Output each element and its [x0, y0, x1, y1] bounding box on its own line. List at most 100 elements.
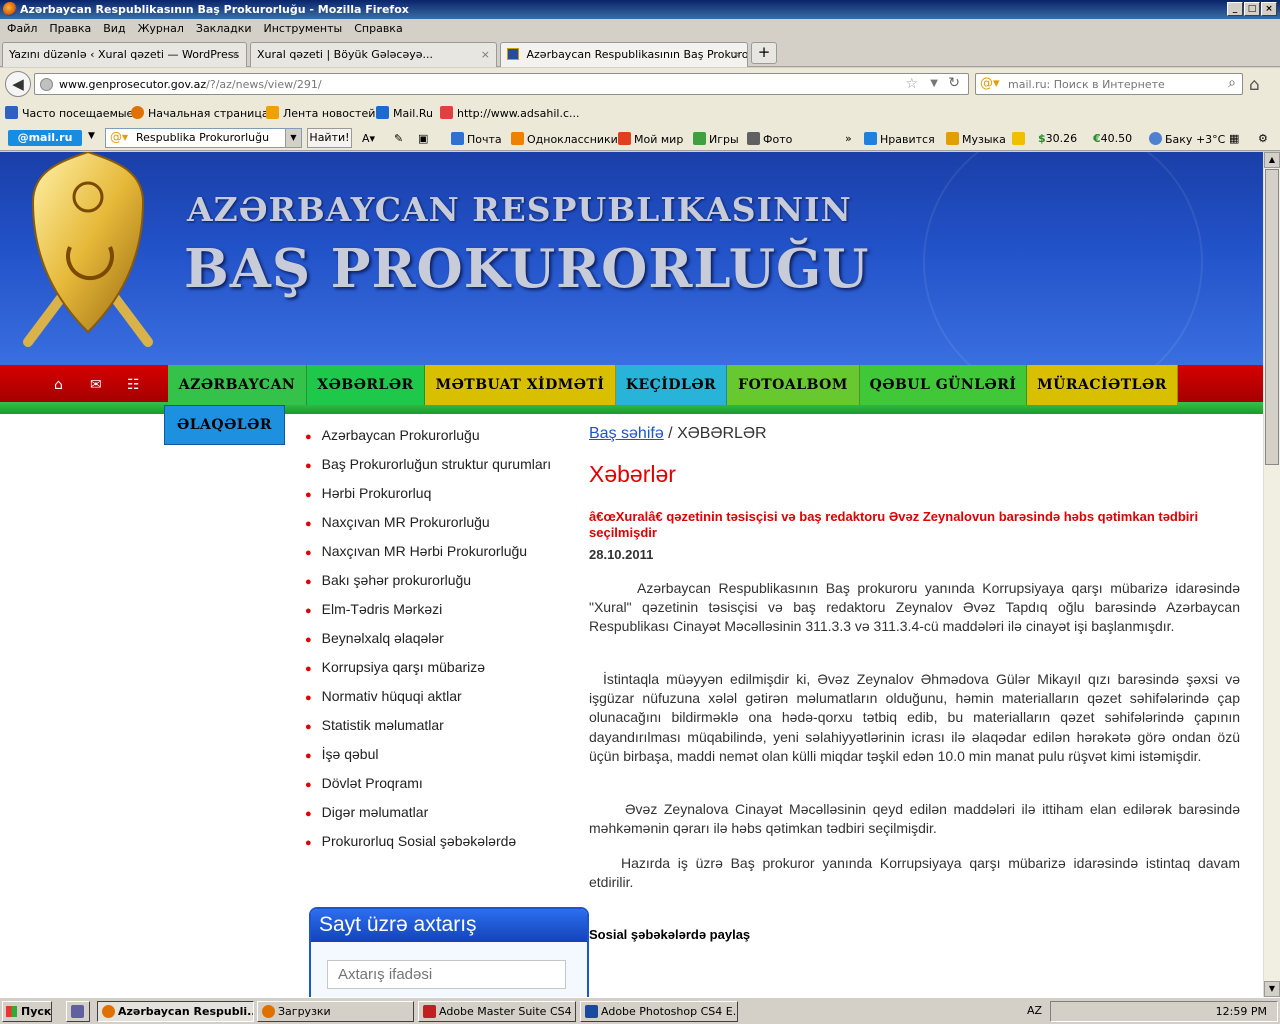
bookmark-start-page[interactable]: Начальная страница [131, 106, 269, 120]
menu-bookmarks[interactable]: Закладки [189, 19, 257, 35]
mailru-search[interactable]: @▾ ▼ [105, 128, 302, 148]
nav-fotoalbom[interactable]: FOTOALBOM [727, 365, 860, 405]
new-tab-button[interactable]: + [751, 42, 777, 64]
bullet-icon: ● [305, 489, 312, 501]
scroll-thumb[interactable] [1265, 169, 1279, 465]
mailru-like[interactable]: Нравится [864, 132, 935, 146]
menu-help[interactable]: Справка [347, 19, 407, 35]
scroll-down-icon[interactable]: ▼ [1264, 981, 1280, 997]
bullet-icon: ● [305, 721, 312, 733]
sidebar-item[interactable]: ● İşə qəbul [305, 746, 575, 775]
maximize-button[interactable]: □ [1244, 2, 1260, 16]
mailru-music[interactable]: Музыка [946, 132, 1006, 146]
bullet-icon: ● [305, 692, 312, 704]
sidebar-item[interactable]: ● Digər məlumatlar [305, 804, 575, 833]
bookmark-mailru[interactable]: Mail.Ru [376, 106, 433, 120]
mailru-games[interactable]: Игры [693, 132, 739, 146]
font-size-icon[interactable]: A▾ [362, 132, 375, 145]
sidebar-item[interactable]: ● Hərbi Prokurorluq [305, 485, 575, 514]
mailru-photo[interactable]: Фото [747, 132, 792, 146]
sidebar-item[interactable]: ● Naxçıvan MR Hərbi Prokurorluğu [305, 543, 575, 572]
menu-tools[interactable]: Инструменты [257, 19, 348, 35]
reload-icon[interactable]: ↻ [948, 75, 960, 91]
search-bar[interactable]: @▾ ⌕ [975, 73, 1243, 95]
tab-prokurorluq[interactable]: Azərbaycan Respublikasının Baş Prokurorl… [500, 42, 748, 67]
site-search-input[interactable] [327, 960, 566, 989]
highlight-icon[interactable]: ✎ [394, 132, 403, 145]
nav-kecidler[interactable]: KEÇİDLƏR [616, 365, 727, 405]
mailru-find-button[interactable]: Найти! [307, 128, 352, 148]
taskbar-item-downloads[interactable]: Загрузки [257, 1001, 414, 1022]
tab-wordpress[interactable]: Yazını düzənlə ‹ Xural qəzeti — WordPres… [2, 42, 247, 67]
weather[interactable]: Баку +3°C [1149, 132, 1225, 146]
vertical-scrollbar[interactable]: ▲ ▼ [1263, 152, 1280, 997]
chevron-down-icon[interactable]: ▼ [88, 131, 95, 141]
chevron-down-icon[interactable]: ▼ [285, 129, 301, 147]
nav-qebul-gunleri[interactable]: QƏBUL GÜNLƏRİ [860, 365, 1027, 405]
tab-xural[interactable]: Xural qəzeti | Böyük Gələcəyə... × [250, 42, 497, 67]
mailru-logo[interactable]: @mail.ru [8, 130, 82, 146]
nav-xeberler[interactable]: XƏBƏRLƏR [307, 365, 425, 405]
eur-rate[interactable]: €40.50 [1093, 132, 1132, 145]
tab-close-icon[interactable]: × [732, 48, 741, 61]
puzzle-icon[interactable]: ▦ [1229, 132, 1239, 145]
menu-edit[interactable]: Правка [42, 19, 96, 35]
taskbar-item-photoshop[interactable]: Adobe Photoshop CS4 E... [580, 1001, 738, 1022]
sidebar-item[interactable]: ● Dövlət Proqramı [305, 775, 575, 804]
premiere-quicklaunch[interactable] [66, 1001, 90, 1022]
sitemap-icon[interactable]: ☷ [127, 377, 140, 393]
adobe-icon [423, 1005, 436, 1018]
sidebar-item[interactable]: ● Bakı şəhər prokurorluğu [305, 572, 575, 601]
sidebar-item[interactable]: ● Prokurorluq Sosial şəbəkələrdə [305, 833, 575, 862]
tab-close-icon[interactable]: × [231, 48, 240, 61]
mailru-ok[interactable]: Одноклассники [511, 132, 618, 146]
sidebar-item[interactable]: ● Korrupsiya qarşı mübarizə [305, 659, 575, 688]
translate-icon[interactable]: ▣ [418, 132, 428, 145]
taskbar-item-adobe-suite[interactable]: Adobe Master Suite CS4 ... [418, 1001, 576, 1022]
more-chevron[interactable]: » [845, 132, 852, 145]
sidebar-item[interactable]: ● Naxçıvan MR Prokurorluğu [305, 514, 575, 543]
tab-close-icon[interactable]: × [481, 48, 490, 61]
mailru-myworld[interactable]: Мой мир [618, 132, 683, 146]
mailru-mail[interactable]: Почта [451, 132, 502, 146]
language-indicator[interactable]: AZ [1027, 1004, 1042, 1017]
nav-metbuat[interactable]: MƏTBUAT XİDMƏTİ [425, 365, 616, 405]
sidebar-item[interactable]: ● Normativ hüquqi aktlar [305, 688, 575, 717]
close-button[interactable]: × [1261, 2, 1277, 16]
menu-view[interactable]: Вид [96, 19, 130, 35]
search-icon[interactable]: ⌕ [1228, 75, 1236, 91]
sidebar-item[interactable]: ● Statistik məlumatlar [305, 717, 575, 746]
gear-icon[interactable]: ⚙ [1258, 132, 1268, 145]
start-button[interactable]: Пуск [2, 1001, 52, 1022]
breadcrumb-home-link[interactable]: Baş səhifə [589, 425, 664, 442]
menu-history[interactable]: Журнал [131, 19, 189, 35]
url-dropdown-icon[interactable]: ▼ [930, 78, 938, 89]
bookmark-adsahil[interactable]: http://www.adsahil.c... [440, 106, 580, 120]
url-bar[interactable]: www.genprosecutor.gov.az/?/az/news/view/… [34, 73, 969, 95]
nav-elaqeler[interactable]: ƏLAQƏLƏR [164, 405, 285, 445]
home-icon[interactable]: ⌂ [54, 377, 63, 393]
scroll-up-icon[interactable]: ▲ [1264, 152, 1280, 168]
bookmark-frequent[interactable]: Часто посещаемые [5, 106, 133, 120]
nav-muracietler[interactable]: MÜRACİƏTLƏR [1027, 365, 1178, 405]
usd-rate[interactable]: $30.26 [1038, 132, 1077, 145]
menu-file[interactable]: Файл [0, 19, 42, 35]
back-button[interactable]: ◀ [5, 71, 31, 97]
sidebar-item[interactable]: ● Elm-Tədris Mərkəzi [305, 601, 575, 630]
bookmark-star-icon[interactable]: ☆ [905, 76, 918, 92]
sidebar-item[interactable]: ● Beynəlxalq əlaqələr [305, 630, 575, 659]
search-engine-icon[interactable]: @▾ [980, 76, 1000, 91]
article-headline[interactable]: â€œXuralâ€ qəzetinin təsisçisi və baş re… [589, 509, 1224, 541]
taskbar-item-firefox[interactable]: Azərbaycan Respubli... [97, 1001, 254, 1022]
bookmark-news-feed[interactable]: Лента новостей [266, 106, 375, 120]
minimize-button[interactable]: _ [1227, 2, 1243, 16]
globe-icon [40, 78, 53, 91]
search-input[interactable] [1008, 76, 1208, 92]
home-icon[interactable]: ⌂ [1249, 75, 1260, 95]
mail-icon[interactable]: ✉ [90, 377, 102, 393]
nav-azerbaycan[interactable]: AZƏRBAYCAN [168, 365, 307, 405]
mailru-search-input[interactable] [136, 131, 281, 144]
mailru-widget[interactable] [1012, 132, 1028, 146]
sidebar-item[interactable]: ● Baş Prokurorluğun struktur qurumları [305, 456, 575, 485]
sidebar-item[interactable]: ● Azərbaycan Prokurorluğu [305, 427, 575, 456]
